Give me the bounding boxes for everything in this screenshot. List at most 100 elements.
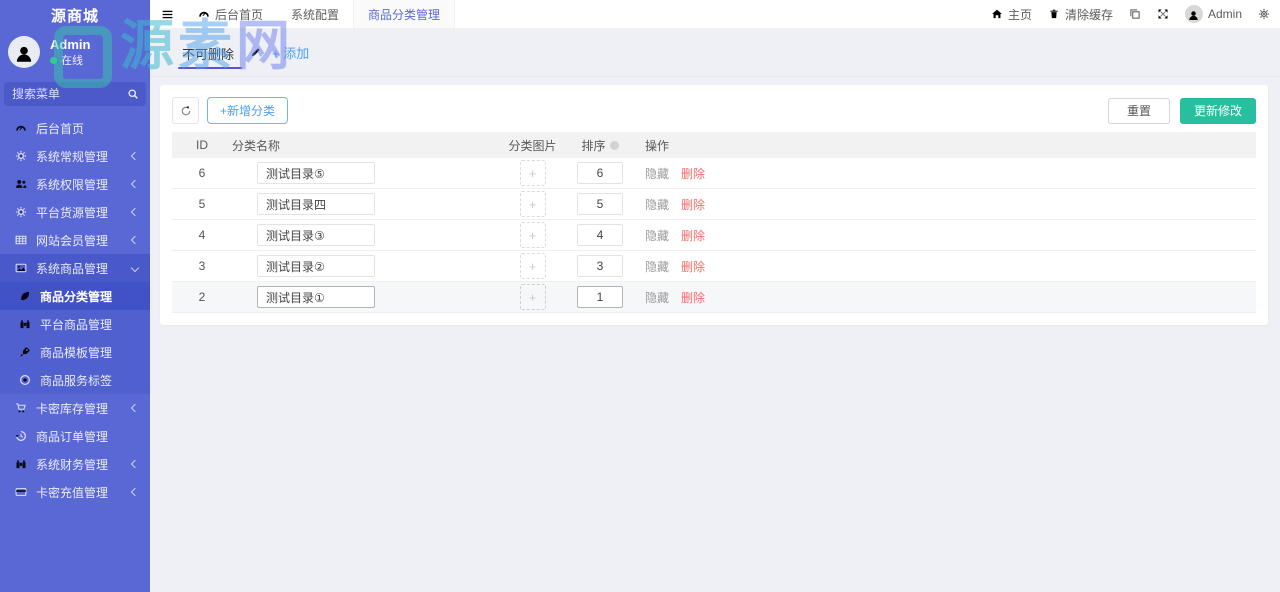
user-panel: Admin 在线 [0,30,150,78]
delete-link[interactable]: 删除 [681,258,705,275]
category-name-input[interactable] [257,193,375,215]
expand-icon [1157,8,1169,20]
sidebar-item-system-finance[interactable]: 系统财务管理 [0,450,150,478]
sidebar-item-platform-goods[interactable]: 平台商品管理 [0,310,150,339]
upload-image-button[interactable]: + [519,160,546,186]
gear-icon [1258,8,1270,20]
sidebar-item-goods-service-tags[interactable]: 商品服务标签 [0,366,150,395]
table-row: 3 + 隐藏 删除 [172,251,1256,282]
tab-goods-category[interactable]: 商品分类管理 [353,0,456,28]
sidebar-item-cardkey-stock[interactable]: 卡密库存管理 [0,394,150,422]
admin-screen: 源商城 Admin 在线 后台首页 系统常规管理 系统权限管理 [0,0,1280,592]
category-name-input[interactable] [257,162,375,184]
users-icon [14,177,28,191]
chevron-left-icon [130,404,140,413]
sidebar-item-dashboard[interactable]: 后台首页 [0,114,150,142]
app-logo: 源商城 [50,7,99,25]
sidebar: 源商城 Admin 在线 后台首页 系统常规管理 系统权限管理 [0,0,150,592]
tab-system-config[interactable]: 系统配置 [277,0,353,28]
clone-icon [1129,8,1141,20]
tab-dashboard[interactable]: 后台首页 [184,0,277,28]
toolbar: +新增分类 重置 更新修改 [172,97,1256,124]
chevron-left-icon [130,236,140,245]
menu-search [4,82,146,107]
image-icon [14,261,28,275]
category-name-input[interactable] [257,255,375,277]
upload-image-button[interactable]: + [519,284,546,310]
sidebar-item-system-general[interactable]: 系统常规管理 [0,142,150,170]
delete-link[interactable]: 删除 [681,196,705,213]
clear-cache-button[interactable]: 清除缓存 [1048,6,1113,23]
upload-image-button[interactable]: + [519,222,546,248]
hide-link[interactable]: 隐藏 [645,165,669,182]
menu-toggle-icon[interactable] [150,0,184,28]
chevron-left-icon [130,152,140,161]
upload-image-button[interactable]: + [519,191,546,217]
sort-input[interactable] [577,286,623,308]
menu-search-input[interactable] [4,87,120,102]
user-avatar[interactable] [8,36,40,69]
trash-icon [1048,8,1060,20]
hide-link[interactable]: 隐藏 [645,258,669,275]
delete-link[interactable]: 删除 [681,227,705,244]
chevron-down-icon [130,264,140,273]
hide-link[interactable]: 隐藏 [645,227,669,244]
table-icon [14,233,28,247]
upload-image-button[interactable]: + [519,253,546,279]
rocket-icon [18,345,32,359]
person-icon [13,43,35,65]
refresh-icon [180,105,192,117]
sort-input[interactable] [577,162,623,184]
category-name-input[interactable] [257,224,375,246]
sidebar-item-goods-orders[interactable]: 商品订单管理 [0,422,150,450]
table-row: 6 + 隐藏 删除 [172,158,1256,189]
reset-button[interactable]: 重置 [1107,97,1170,124]
avatar [1184,5,1203,23]
settings-button[interactable] [1258,8,1270,20]
topbar-username: Admin [1207,7,1242,21]
sort-input[interactable] [577,255,623,277]
cogs-icon [14,205,28,219]
topbar: 后台首页 系统配置 商品分类管理 主页 清除缓存 Admin [150,0,1280,29]
hide-link[interactable]: 隐藏 [645,289,669,306]
category-table: ID 分类名称 分类图片 排序 操作 6 + 隐藏 删 [172,132,1256,313]
leaf-icon [18,289,32,303]
refresh-button[interactable] [172,97,199,124]
sidebar-item-cardkey-recharge[interactable]: 卡密充值管理 [0,478,150,506]
table-row: 5 + 隐藏 删除 [172,189,1256,220]
user-menu[interactable]: Admin [1184,5,1242,23]
search-icon[interactable] [120,82,146,106]
hide-link[interactable]: 隐藏 [645,196,669,213]
cart-icon [14,401,28,415]
cogs-icon [14,149,28,163]
refresh-tab-button[interactable] [1129,8,1141,20]
sort-input[interactable] [577,193,623,215]
tachometer-icon [14,121,28,135]
edit-icon[interactable] [250,46,262,58]
binoculars-icon [14,457,28,471]
update-button[interactable]: 更新修改 [1179,97,1256,124]
category-name-input[interactable] [257,286,375,308]
sidebar-item-site-members[interactable]: 网站会员管理 [0,226,150,254]
main-content: 不可删除 + 添加 +新增分类 重置 更新修改 ID 分类名称 分类图片 排序 … [150,28,1280,592]
sidebar-item-goods-template[interactable]: 商品模板管理 [0,338,150,367]
sidebar-item-platform-supply[interactable]: 平台货源管理 [0,198,150,226]
sidebar-item-system-permission[interactable]: 系统权限管理 [0,170,150,198]
fullscreen-button[interactable] [1157,8,1169,20]
credit-card-icon [14,485,28,499]
add-category-button[interactable]: +新增分类 [207,97,289,124]
tab-undeletable[interactable]: 不可删除 [178,30,243,75]
sidebar-item-system-goods[interactable]: 系统商品管理 [0,254,150,283]
add-tab-button[interactable]: + 添加 [272,43,309,62]
delete-link[interactable]: 删除 [681,165,705,182]
chevron-left-icon [130,460,140,469]
sort-help-icon [609,140,619,150]
home-button[interactable]: 主页 [991,6,1032,23]
sort-input[interactable] [577,224,623,246]
history-icon [14,429,28,443]
user-name: Admin [50,37,91,52]
person-icon [1187,9,1200,22]
sidebar-item-goods-category[interactable]: 商品分类管理 [0,282,150,311]
delete-link[interactable]: 删除 [681,289,705,306]
active-tab-underline [178,66,243,69]
